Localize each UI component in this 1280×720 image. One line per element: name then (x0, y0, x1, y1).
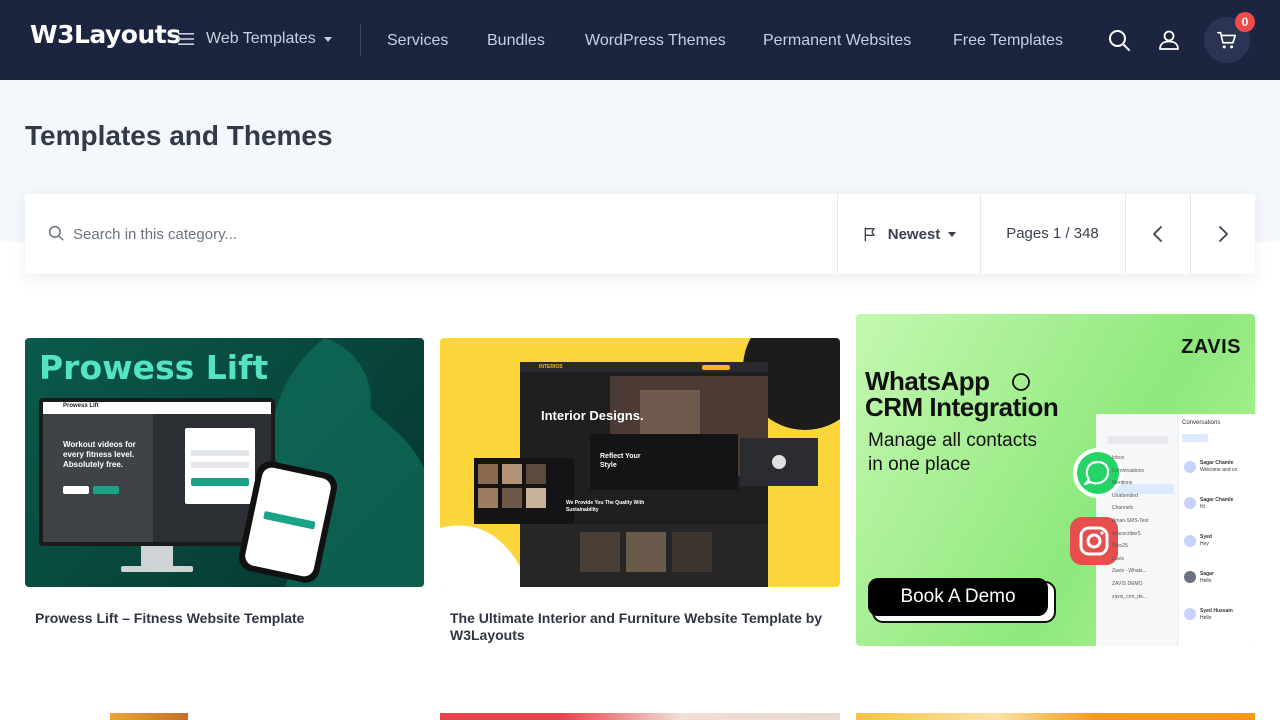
zavis-advertisement[interactable]: ZAVIS WhatsApp CRM Integration Manage al… (856, 314, 1255, 646)
zavis-panel-sidebar-item: Mentions (1112, 480, 1133, 487)
web-templates-label: Web Templates (206, 30, 316, 47)
zavis-panel-contact: Syed Hey (1200, 534, 1212, 547)
nav-link-bundles[interactable]: Bundles (487, 32, 545, 50)
zavis-subline1: Manage all contacts (868, 430, 1037, 451)
cart-icon (1217, 31, 1237, 49)
zavis-panel-sidebar: Inbox Conversations Mentions Unattended … (1112, 452, 1176, 603)
next-page-button[interactable] (1190, 194, 1255, 274)
zavis-brand: ZAVIS (1181, 336, 1241, 358)
zavis-headline-line2: CRM Integration (865, 392, 1059, 422)
zavis-panel-contacts: Sagar Chamle Welcome and co Sagar Chamle H… (1200, 460, 1254, 645)
template-thumbnail-prowess-lift[interactable]: Prowess Lift Prowess Lift Workout videos… (25, 338, 424, 587)
zavis-panel-sidebar-item: Woo25 (1112, 543, 1128, 550)
sort-label: Newest (887, 225, 941, 243)
top-navigation-bar: W3Layouts Web Templates Services Bundles… (0, 0, 1280, 80)
chevron-down-icon (323, 36, 332, 42)
nav-link-free-templates[interactable]: Free Templates (953, 32, 1063, 50)
template-thumbnail-peek[interactable] (440, 713, 840, 720)
zavis-panel-title: Conversations (1182, 420, 1221, 426)
previous-page-button[interactable] (1125, 194, 1190, 274)
interior-preview-headline: Interior Designs. (541, 408, 644, 423)
prowess-lift-preview-tagline: Workout videos for every fitness level. … (63, 440, 136, 469)
search-icon[interactable] (1107, 28, 1131, 52)
page-title: Templates and Themes (25, 120, 333, 151)
nav-link-services[interactable]: Services (387, 32, 448, 50)
nav-link-permanent-websites[interactable]: Permanent Websites (763, 32, 911, 50)
flag-icon (864, 227, 875, 242)
zavis-subline2: in one place (868, 454, 971, 475)
zavis-panel-sidebar-item: Inbox (1112, 455, 1125, 461)
cart-count-badge: 0 (1235, 12, 1255, 32)
user-icon[interactable] (1157, 28, 1181, 52)
zavis-panel-contact: Syed Hussain Hello (1200, 608, 1233, 621)
nav-divider (360, 24, 361, 56)
sort-dropdown[interactable]: Newest (837, 194, 981, 274)
zavis-panel-sidebar-item: zavis_crm_de... (1112, 593, 1148, 600)
zavis-panel-sidebar-item: Zavis - Whats... (1112, 568, 1147, 575)
category-toolbar: Newest Pages 1 / 348 (25, 194, 1255, 274)
zavis-panel-sidebar-item: Unattended (1112, 492, 1138, 499)
category-search-input[interactable] (73, 222, 773, 246)
template-thumbnail-interior-furniture[interactable]: INTERIOS Interior Designs. Reflect Your … (440, 338, 840, 587)
interior-preview-brand: INTERIOS (539, 364, 563, 370)
zavis-panel-sidebar-item: Zavis (1112, 555, 1124, 562)
zavis-panel-contact: Sagar Chamle Welcome and co (1200, 460, 1238, 473)
chevron-left-icon (1152, 226, 1162, 242)
interior-preview-lower-heading: We Provide You The Quality With Sustaina… (566, 500, 645, 513)
hamburger-icon (178, 33, 194, 45)
nav-link-wordpress-themes[interactable]: WordPress Themes (585, 32, 726, 50)
chevron-right-icon (1218, 226, 1228, 242)
search-icon (48, 225, 64, 241)
chevron-down-icon (948, 231, 957, 237)
prowess-lift-preview-site-name: Prowess Lift (63, 403, 99, 409)
template-title-interior-furniture[interactable]: The Ultimate Interior and Furniture Webs… (450, 610, 830, 644)
zavis-panel-sidebar-item: Channels (1112, 505, 1134, 512)
zavis-book-demo-button[interactable]: Book A Demo (868, 578, 1048, 616)
interior-preview-subheading: Reflect Your Style (600, 453, 641, 469)
template-title-prowess-lift[interactable]: Prowess Lift – Fitness Website Template (35, 610, 415, 627)
pagination-label: Pages 1 / 348 (1006, 225, 1099, 242)
prowess-lift-preview-headline: Prowess Lift (39, 348, 269, 387)
template-thumbnail-peek[interactable] (110, 713, 188, 720)
zavis-panel-contact: Sagar Hello (1200, 571, 1214, 584)
zavis-panel-sidebar-item: Conversations (1112, 467, 1144, 474)
zavis-panel-sidebar-item: Aman-SMS-Test (1112, 517, 1149, 524)
zavis-panel-contact: Sagar Chamle Hi (1200, 497, 1234, 510)
zavis-panel-sidebar-item: ZAVIS DEMO (1112, 580, 1143, 587)
web-templates-menu[interactable]: Web Templates (178, 30, 332, 48)
zavis-panel-sidebar-item: spacecriber5 (1112, 530, 1141, 537)
site-logo[interactable]: W3Layouts (30, 20, 181, 49)
template-thumbnail-peek[interactable] (856, 713, 1255, 720)
